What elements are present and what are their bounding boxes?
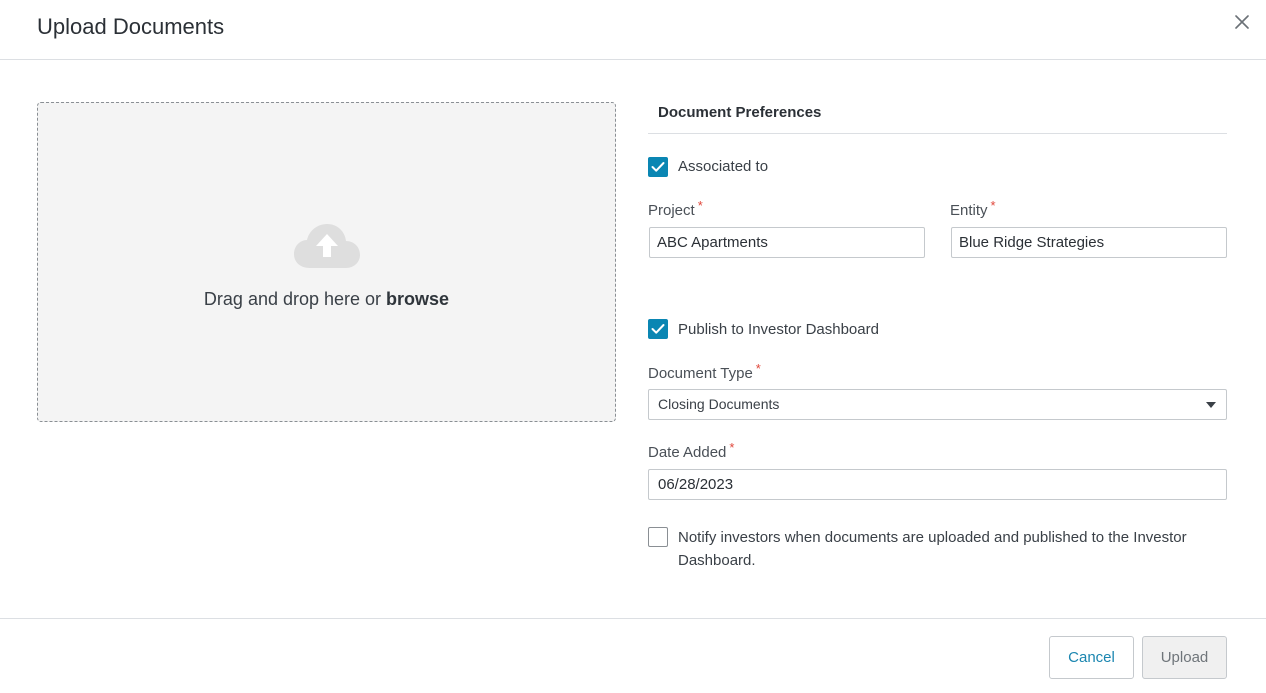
entity-label: Entity *	[950, 198, 996, 219]
upload-button[interactable]: Upload	[1142, 636, 1227, 679]
document-type-label-text: Document Type	[648, 365, 753, 382]
close-icon	[1235, 15, 1249, 29]
date-added-label-text: Date Added	[648, 444, 727, 461]
preferences-divider	[648, 133, 1227, 134]
close-button[interactable]	[1231, 11, 1253, 33]
document-type-select[interactable]: Closing Documents	[648, 389, 1227, 420]
modal-title: Upload Documents	[37, 14, 225, 39]
caret-down-icon	[1206, 402, 1216, 408]
notify-investors-label: Notify investors when documents are uplo…	[678, 529, 1187, 569]
cloud-upload-icon	[294, 224, 360, 268]
document-type-label: Document Type *	[648, 361, 761, 382]
project-label: Project *	[648, 198, 703, 219]
dropzone-instruction: Drag and drop here or	[203, 289, 387, 309]
cancel-button[interactable]: Cancel	[1049, 636, 1134, 679]
required-marker: *	[697, 198, 703, 213]
publish-to-dashboard-label: Publish to Investor Dashboard	[678, 321, 879, 338]
footer-divider	[0, 618, 1266, 619]
file-dropzone[interactable]: Drag and drop here or browse	[37, 102, 616, 422]
dropzone-text: Drag and drop here or browse	[38, 289, 615, 310]
entity-input[interactable]: Blue Ridge Strategies	[951, 227, 1227, 258]
project-input[interactable]: ABC Apartments	[649, 227, 925, 258]
modal-header: Upload Documents	[0, 0, 1266, 60]
entity-label-text: Entity	[950, 202, 988, 219]
required-marker: *	[729, 440, 735, 455]
document-preferences-heading: Document Preferences	[658, 104, 822, 121]
browse-link[interactable]: browse	[386, 289, 449, 309]
required-marker: *	[990, 198, 996, 213]
date-added-label: Date Added *	[648, 440, 734, 461]
notify-investors-checkbox[interactable]	[648, 527, 668, 547]
associated-to-label: Associated to	[678, 158, 769, 175]
checkmark-icon	[651, 324, 665, 334]
upload-documents-modal: Upload Documents Drag and drop here or b…	[0, 0, 1266, 693]
project-label-text: Project	[648, 202, 695, 219]
date-added-input[interactable]: 06/28/2023	[648, 469, 1227, 500]
document-type-selected-value: Closing Documents	[658, 396, 780, 412]
required-marker: *	[755, 361, 761, 376]
publish-to-dashboard-checkbox[interactable]	[648, 319, 668, 339]
checkmark-icon	[651, 162, 665, 172]
associated-to-checkbox[interactable]	[648, 157, 668, 177]
